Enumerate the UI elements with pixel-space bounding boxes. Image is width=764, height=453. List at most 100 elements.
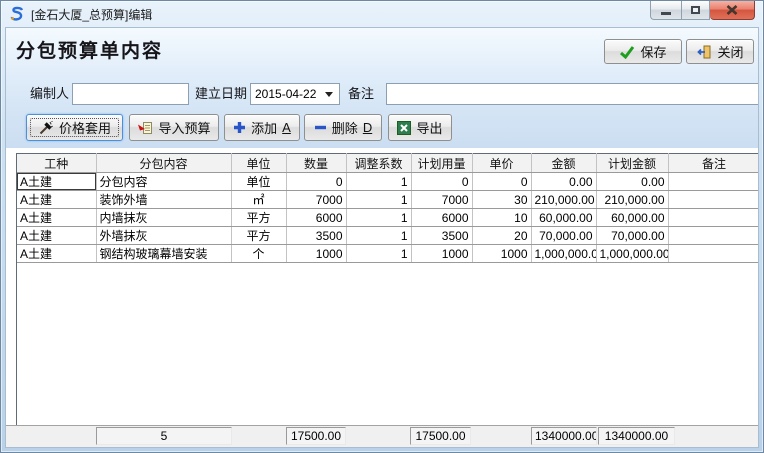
save-button[interactable]: 保存 [604, 39, 682, 64]
planned-amount-total: 1340000.00 [598, 427, 675, 445]
table-cell[interactable]: 30 [472, 191, 531, 209]
table-cell[interactable]: 210,000.00 [596, 191, 668, 209]
table-cell[interactable]: 0 [472, 173, 531, 191]
table-cell[interactable]: 60,000.00 [596, 209, 668, 227]
table-row[interactable]: A土建钢结构玻璃幕墙安装个10001100010001,000,000.001,… [17, 245, 759, 263]
excel-icon [397, 121, 411, 135]
table-cell[interactable]: 3500 [411, 227, 472, 245]
column-header: 工种 [17, 154, 96, 173]
top-panel: 分包预算单内容 保存 关闭 编制人 建立日期 [6, 28, 758, 148]
table-row[interactable]: A土建内墙抹灰平方6000160001060,000.0060,000.00 [17, 209, 759, 227]
export-label: 导出 [416, 118, 442, 137]
table-cell[interactable] [668, 227, 759, 245]
table-cell[interactable]: 1 [346, 245, 411, 263]
exit-door-icon [696, 44, 712, 60]
table-cell[interactable] [668, 245, 759, 263]
chevron-down-icon [325, 92, 333, 97]
quantity-total: 17500.00 [286, 427, 346, 445]
table-cell[interactable]: 1000 [286, 245, 346, 263]
app-window: [金石大厦_总预算]编辑 分包预算单内容 保存 [0, 0, 764, 453]
note-label: 备注 [348, 83, 374, 105]
date-label: 建立日期 [195, 83, 247, 105]
table-cell[interactable]: 内墙抹灰 [96, 209, 231, 227]
column-header: 备注 [668, 154, 759, 173]
column-header: 数量 [286, 154, 346, 173]
table-cell[interactable]: 1 [346, 191, 411, 209]
table-cell[interactable]: 平方 [231, 209, 286, 227]
table-cell[interactable]: 20 [472, 227, 531, 245]
column-header: 单位 [231, 154, 286, 173]
apply-price-label: 价格套用 [59, 118, 111, 137]
add-button[interactable]: 添加A [224, 114, 300, 141]
apply-price-button[interactable]: 价格套用 [26, 114, 123, 141]
table-cell[interactable]: 1,000,000.00 [596, 245, 668, 263]
table-cell[interactable] [668, 173, 759, 191]
minimize-button[interactable] [650, 1, 681, 20]
maximize-icon [691, 6, 700, 14]
table-cell[interactable]: 1 [346, 173, 411, 191]
import-budget-label: 导入预算 [158, 118, 210, 137]
close-button-label: 关闭 [717, 42, 743, 61]
table-cell[interactable]: 210,000.00 [531, 191, 596, 209]
table-cell[interactable] [668, 191, 759, 209]
table-cell[interactable]: A土建 [17, 209, 96, 227]
column-header: 金额 [531, 154, 596, 173]
compiler-input[interactable] [72, 83, 189, 105]
table-cell[interactable]: 3500 [286, 227, 346, 245]
table-cell[interactable]: 60,000.00 [531, 209, 596, 227]
table-cell[interactable]: 70,000.00 [531, 227, 596, 245]
date-value: 2015-04-22 [255, 87, 316, 101]
row-count-total: 5 [96, 427, 232, 445]
column-header: 调整系数 [346, 154, 411, 173]
column-header: 分包内容 [96, 154, 231, 173]
table-cell[interactable]: 平方 [231, 227, 286, 245]
table-cell[interactable] [668, 209, 759, 227]
table-cell[interactable]: 70,000.00 [596, 227, 668, 245]
table-cell[interactable]: 1000 [411, 245, 472, 263]
table-cell[interactable]: 6000 [286, 209, 346, 227]
table-cell[interactable]: 外墙抹灰 [96, 227, 231, 245]
export-button[interactable]: 导出 [388, 114, 452, 141]
budget-table: 工种分包内容单位数量调整系数计划用量单价金额计划金额备注 A土建分包内容单位01… [17, 153, 759, 263]
maximize-button[interactable] [681, 1, 710, 20]
table-cell[interactable]: 1 [346, 227, 411, 245]
table-cell[interactable]: 单位 [231, 173, 286, 191]
table-cell[interactable]: ㎡ [231, 191, 286, 209]
table-cell[interactable]: 1,000,000.00 [531, 245, 596, 263]
table-cell[interactable]: 分包内容 [96, 173, 231, 191]
compiler-label: 编制人 [30, 83, 69, 105]
close-button[interactable]: 关闭 [686, 39, 754, 64]
table-cell[interactable]: 7000 [411, 191, 472, 209]
budget-grid: 工种分包内容单位数量调整系数计划用量单价金额计划金额备注 A土建分包内容单位01… [16, 153, 759, 425]
table-cell[interactable]: A土建 [17, 191, 96, 209]
note-input[interactable] [386, 83, 759, 105]
delete-button[interactable]: 删除D [304, 114, 382, 141]
table-cell[interactable]: 7000 [286, 191, 346, 209]
table-cell[interactable]: 个 [231, 245, 286, 263]
column-header: 计划用量 [411, 154, 472, 173]
table-cell[interactable]: 0.00 [531, 173, 596, 191]
table-cell[interactable]: 10 [472, 209, 531, 227]
table-row[interactable]: A土建装饰外墙㎡70001700030210,000.00210,000.00 [17, 191, 759, 209]
table-cell[interactable]: A土建 [17, 227, 96, 245]
close-window-button[interactable] [710, 1, 755, 20]
table-cell[interactable]: 6000 [411, 209, 472, 227]
table-row[interactable]: A土建外墙抹灰平方3500135002070,000.0070,000.00 [17, 227, 759, 245]
checkmark-icon [619, 45, 635, 59]
date-combobox[interactable]: 2015-04-22 [250, 83, 340, 105]
table-cell[interactable]: A土建 [17, 245, 96, 263]
current-cell[interactable]: A土建 [17, 173, 96, 191]
table-cell[interactable]: 0.00 [596, 173, 668, 191]
close-icon [726, 5, 738, 15]
table-row[interactable]: A土建分包内容单位01000.000.00 [17, 173, 759, 191]
import-budget-button[interactable]: 导入预算 [129, 114, 219, 141]
summary-bar: 5 17500.00 17500.00 1340000.00 1340000.0… [6, 425, 758, 447]
table-cell[interactable]: 1000 [472, 245, 531, 263]
title-bar[interactable]: [金石大厦_总预算]编辑 [1, 1, 763, 27]
table-cell[interactable]: 1 [346, 209, 411, 227]
table-cell[interactable]: 0 [286, 173, 346, 191]
table-cell[interactable]: 0 [411, 173, 472, 191]
table-cell[interactable]: 装饰外墙 [96, 191, 231, 209]
table-cell[interactable]: 钢结构玻璃幕墙安装 [96, 245, 231, 263]
window-content: 分包预算单内容 保存 关闭 编制人 建立日期 [5, 27, 759, 448]
